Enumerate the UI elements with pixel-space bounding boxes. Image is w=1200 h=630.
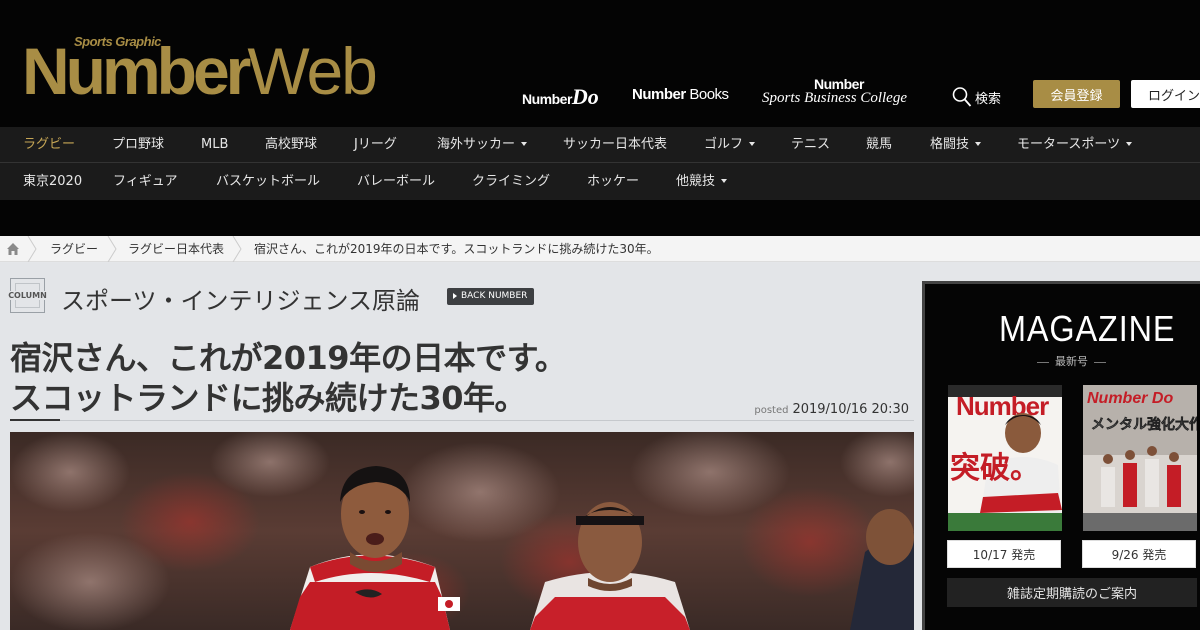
nav-item[interactable]: ラグビー — [23, 127, 75, 163]
caret-down-icon — [749, 141, 756, 146]
category-nav: ラグビー プロ野球 MLB 高校野球 Jリーグ 海外サッカー サッカー日本代表 ゴルフ テニス競… — [0, 127, 1200, 200]
article-main: COLUMN スポーツ・インテリジェンス原論 BACK NUMBER 宿沢さん、… — [0, 263, 920, 630]
nav-item[interactable]: 競馬 — [866, 127, 892, 163]
logo-number: Number — [22, 34, 251, 108]
sports-business-college-link[interactable]: Number Sports Business College — [760, 76, 925, 112]
nav-item[interactable]: バレーボール — [357, 164, 435, 200]
breadcrumb-current: 宿沢さん、これが2019年の日本です。スコットランドに挑み続けた30年。 — [254, 242, 659, 256]
search-button[interactable]: 検索 — [952, 86, 1001, 108]
nav-item[interactable]: クライミング — [472, 164, 550, 200]
nav-item[interactable]: 海外サッカー — [437, 127, 528, 163]
cover-brand-text: Number Do — [1087, 390, 1173, 407]
nav-item[interactable]: モータースポーツ — [1017, 127, 1133, 163]
release-date-number[interactable]: 10/17 発売 — [947, 540, 1061, 568]
column-badge: COLUMN — [7, 278, 48, 313]
cover-image: Number 突破。 — [948, 385, 1062, 531]
magazine-subtitle: 最新号 — [1037, 353, 1106, 369]
magazine-cover-number-do[interactable]: Number Do メンタル強化大作戦 — [1083, 385, 1197, 531]
headline-divider — [10, 420, 914, 421]
login-button[interactable]: ログイン — [1131, 80, 1200, 108]
cover-image: Number Do メンタル強化大作戦 — [1083, 385, 1197, 531]
nav-item[interactable]: Jリーグ — [354, 127, 397, 163]
breadcrumb-separator — [232, 236, 242, 262]
nav-item[interactable]: MLB — [201, 127, 228, 163]
number-books-link[interactable]: Number Books — [632, 86, 729, 103]
subscription-button[interactable]: 雑誌定期購読のご案内 — [947, 578, 1197, 607]
search-icon — [952, 87, 972, 107]
magazine-title: MAGAZINE — [999, 308, 1176, 349]
caret-down-icon — [975, 141, 982, 146]
breadcrumb-separator — [27, 236, 37, 262]
register-button[interactable]: 会員登録 — [1033, 80, 1120, 108]
home-icon[interactable] — [6, 242, 20, 256]
nav-item[interactable]: ホッケー — [587, 164, 639, 200]
breadcrumb-separator — [107, 236, 117, 262]
posted-date: posted 2019/10/16 20:30 — [754, 402, 909, 417]
back-number-button[interactable]: BACK NUMBER — [447, 288, 535, 305]
number-do-link[interactable]: NumberDo — [522, 84, 599, 110]
article-headline: 宿沢さん、これが2019年の日本です。 スコットランドに挑み続けた30年。 — [10, 339, 567, 417]
nav-item[interactable]: 高校野球 — [265, 127, 317, 163]
nav-item[interactable]: 格闘技 — [930, 127, 982, 163]
breadcrumb: ラグビー ラグビー日本代表 宿沢さん、これが2019年の日本です。スコットランド… — [0, 236, 1200, 262]
release-date-number-do[interactable]: 9/26 発売 — [1082, 540, 1196, 568]
hero-photo — [10, 432, 914, 630]
nav-row1: ラグビー プロ野球 MLB 高校野球 Jリーグ 海外サッカー サッカー日本代表 ゴルフ テニス競… — [0, 127, 1200, 163]
nav-row2: 東京2020 フィギュア バスケットボール バレーボール クライミング ホッケー 他競技 — [0, 164, 1200, 200]
nav-item[interactable]: 東京2020 — [23, 164, 82, 200]
nav-item[interactable]: サッカー日本代表 — [563, 127, 667, 163]
breadcrumb-rugby[interactable]: ラグビー — [50, 236, 98, 262]
nav-item[interactable]: プロ野球 — [112, 127, 164, 163]
caret-down-icon — [721, 178, 728, 183]
column-title[interactable]: スポーツ・インテリジェンス原論 — [61, 281, 420, 316]
cover-headline: 突破。 — [950, 451, 1040, 486]
logo-web: Web — [247, 34, 378, 108]
caret-down-icon — [521, 141, 528, 146]
nav-item[interactable]: フィギュア — [113, 164, 177, 200]
caret-down-icon — [1126, 141, 1133, 146]
breadcrumb-japan-team[interactable]: ラグビー日本代表 — [128, 236, 224, 262]
headline-divider-accent — [10, 419, 60, 421]
magazine-cover-number[interactable]: Number 突破。 — [948, 385, 1062, 531]
nav-spacer — [0, 200, 1200, 236]
nav-item[interactable]: バスケットボール — [216, 164, 320, 200]
nav-item[interactable]: 他競技 — [676, 164, 728, 200]
search-label: 検索 — [975, 91, 1002, 107]
magazine-panel: MAGAZINE 最新号 Number 突破。 Number Do メンタル強化… — [922, 281, 1200, 630]
site-header: Sports Graphic NumberWeb NumberDo Number… — [0, 0, 1200, 127]
cover-headline: メンタル強化大作戦 — [1091, 416, 1197, 433]
cover-brand-text: Number — [956, 391, 1049, 421]
nav-item[interactable]: ゴルフ — [704, 127, 756, 163]
rugby-players-image — [10, 432, 914, 630]
page: Sports Graphic NumberWeb NumberDo Number… — [0, 0, 1200, 630]
nav-item[interactable]: テニス — [791, 127, 830, 163]
